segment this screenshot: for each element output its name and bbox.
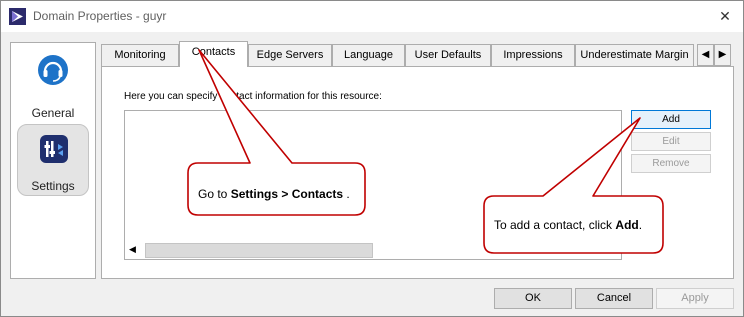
- remove-contact-button[interactable]: Remove: [631, 154, 711, 173]
- edit-contact-button[interactable]: Edit: [631, 132, 711, 151]
- tab-underestimate-margin[interactable]: Underestimate Margin: [575, 44, 694, 66]
- callout-suffix: .: [638, 218, 643, 232]
- scrollbar-thumb[interactable]: [145, 243, 373, 258]
- dialog-body: General Settings Monitoring Contacts Edg…: [1, 32, 743, 316]
- add-callout-text: To add a contact, click Add.: [494, 218, 642, 232]
- horizontal-scrollbar[interactable]: ◀: [125, 242, 621, 259]
- ok-button[interactable]: OK: [494, 288, 572, 309]
- contacts-instruction: Here you can specify contact information…: [124, 91, 382, 102]
- tab-scroll-left-button[interactable]: ◀: [697, 44, 714, 66]
- cancel-button[interactable]: Cancel: [575, 288, 653, 309]
- window-title: Domain Properties - guyr: [33, 9, 167, 23]
- tab-monitoring[interactable]: Monitoring: [101, 44, 179, 66]
- contacts-tab-panel: Here you can specify contact information…: [101, 66, 734, 279]
- settings-icon: [40, 135, 68, 163]
- domain-properties-dialog: Domain Properties - guyr ✕ General Setti…: [0, 0, 744, 317]
- nav-item-label: General: [31, 106, 75, 120]
- callout-suffix: .: [346, 187, 350, 201]
- settings-callout-text: Go to Settings > Contacts .: [198, 187, 350, 201]
- close-button[interactable]: ✕: [713, 5, 737, 27]
- tab-contacts[interactable]: Contacts: [179, 41, 248, 67]
- nav-item-label: Settings: [31, 179, 75, 193]
- callout-prefix: To add a contact, click: [494, 218, 616, 232]
- nav-item-general[interactable]: General: [17, 46, 89, 120]
- scroll-left-arrow-icon[interactable]: ◀: [129, 244, 136, 255]
- title-bar: Domain Properties - guyr ✕: [1, 1, 743, 32]
- nav-item-settings[interactable]: Settings: [17, 124, 89, 196]
- tab-impressions[interactable]: Impressions: [491, 44, 575, 66]
- tab-edge-servers[interactable]: Edge Servers: [248, 44, 332, 66]
- apply-button[interactable]: Apply: [656, 288, 734, 309]
- callout-bold: Add: [615, 218, 639, 232]
- tab-scroll-right-button[interactable]: ▶: [714, 44, 731, 66]
- add-contact-button[interactable]: Add: [631, 110, 711, 129]
- contacts-list[interactable]: ◀: [124, 110, 622, 260]
- callout-bold: Settings > Contacts: [230, 187, 344, 201]
- category-nav: General Settings: [10, 42, 96, 279]
- tab-strip: Monitoring Contacts Edge Servers Languag…: [101, 41, 734, 67]
- tab-language[interactable]: Language: [332, 44, 405, 66]
- callout-prefix: Go to: [198, 187, 231, 201]
- app-logo-icon: [9, 8, 26, 25]
- headset-icon: [38, 55, 68, 85]
- tab-user-defaults[interactable]: User Defaults: [405, 44, 491, 66]
